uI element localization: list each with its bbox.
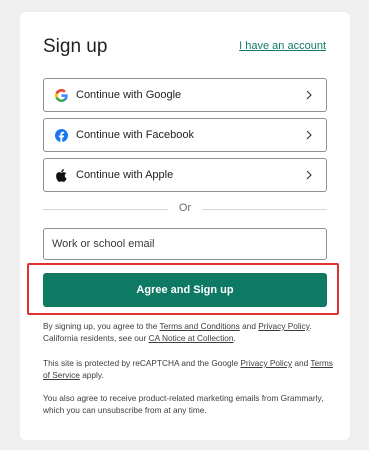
continue-with-google-button[interactable]: Continue with Google <box>43 78 327 112</box>
legal-text: By signing up, you agree to the <box>43 321 160 331</box>
legal-text: and <box>239 321 259 331</box>
chevron-right-icon <box>306 170 312 180</box>
continue-with-apple-button[interactable]: Continue with Apple <box>43 158 327 192</box>
legal-text: . <box>233 333 236 343</box>
have-account-link[interactable]: I have an account <box>239 40 326 52</box>
legal-text: apply. <box>79 370 104 380</box>
google-icon <box>54 88 68 102</box>
divider-line <box>202 209 327 210</box>
email-input[interactable] <box>43 228 327 260</box>
or-divider: Or <box>43 202 327 216</box>
header: Sign up I have an account <box>43 36 326 60</box>
agree-and-sign-up-button[interactable]: Agree and Sign up <box>43 273 327 307</box>
ca-notice-link[interactable]: CA Notice at Collection <box>149 333 234 343</box>
page-title: Sign up <box>43 36 108 57</box>
privacy-policy-link[interactable]: Privacy Policy <box>258 321 309 331</box>
facebook-button-label: Continue with Facebook <box>76 129 195 141</box>
legal-text: and <box>292 358 311 368</box>
apple-button-label: Continue with Apple <box>76 169 174 181</box>
terms-notice: By signing up, you agree to the Terms an… <box>43 320 333 344</box>
chevron-right-icon <box>306 130 312 140</box>
continue-with-facebook-button[interactable]: Continue with Facebook <box>43 118 327 152</box>
marketing-notice: You also agree to receive product-relate… <box>43 393 324 415</box>
terms-and-conditions-link[interactable]: Terms and Conditions <box>160 321 240 331</box>
google-button-label: Continue with Google <box>76 89 182 101</box>
apple-icon <box>54 168 68 182</box>
google-privacy-policy-link[interactable]: Privacy Policy <box>240 358 292 368</box>
chevron-right-icon <box>306 90 312 100</box>
signup-card: Sign up I have an account Continue with … <box>20 12 350 440</box>
or-label: Or <box>178 202 192 214</box>
recaptcha-notice: This site is protected by reCAPTCHA and … <box>43 357 333 381</box>
facebook-icon <box>54 128 68 142</box>
legal-text: This site is protected by reCAPTCHA and … <box>43 358 241 368</box>
